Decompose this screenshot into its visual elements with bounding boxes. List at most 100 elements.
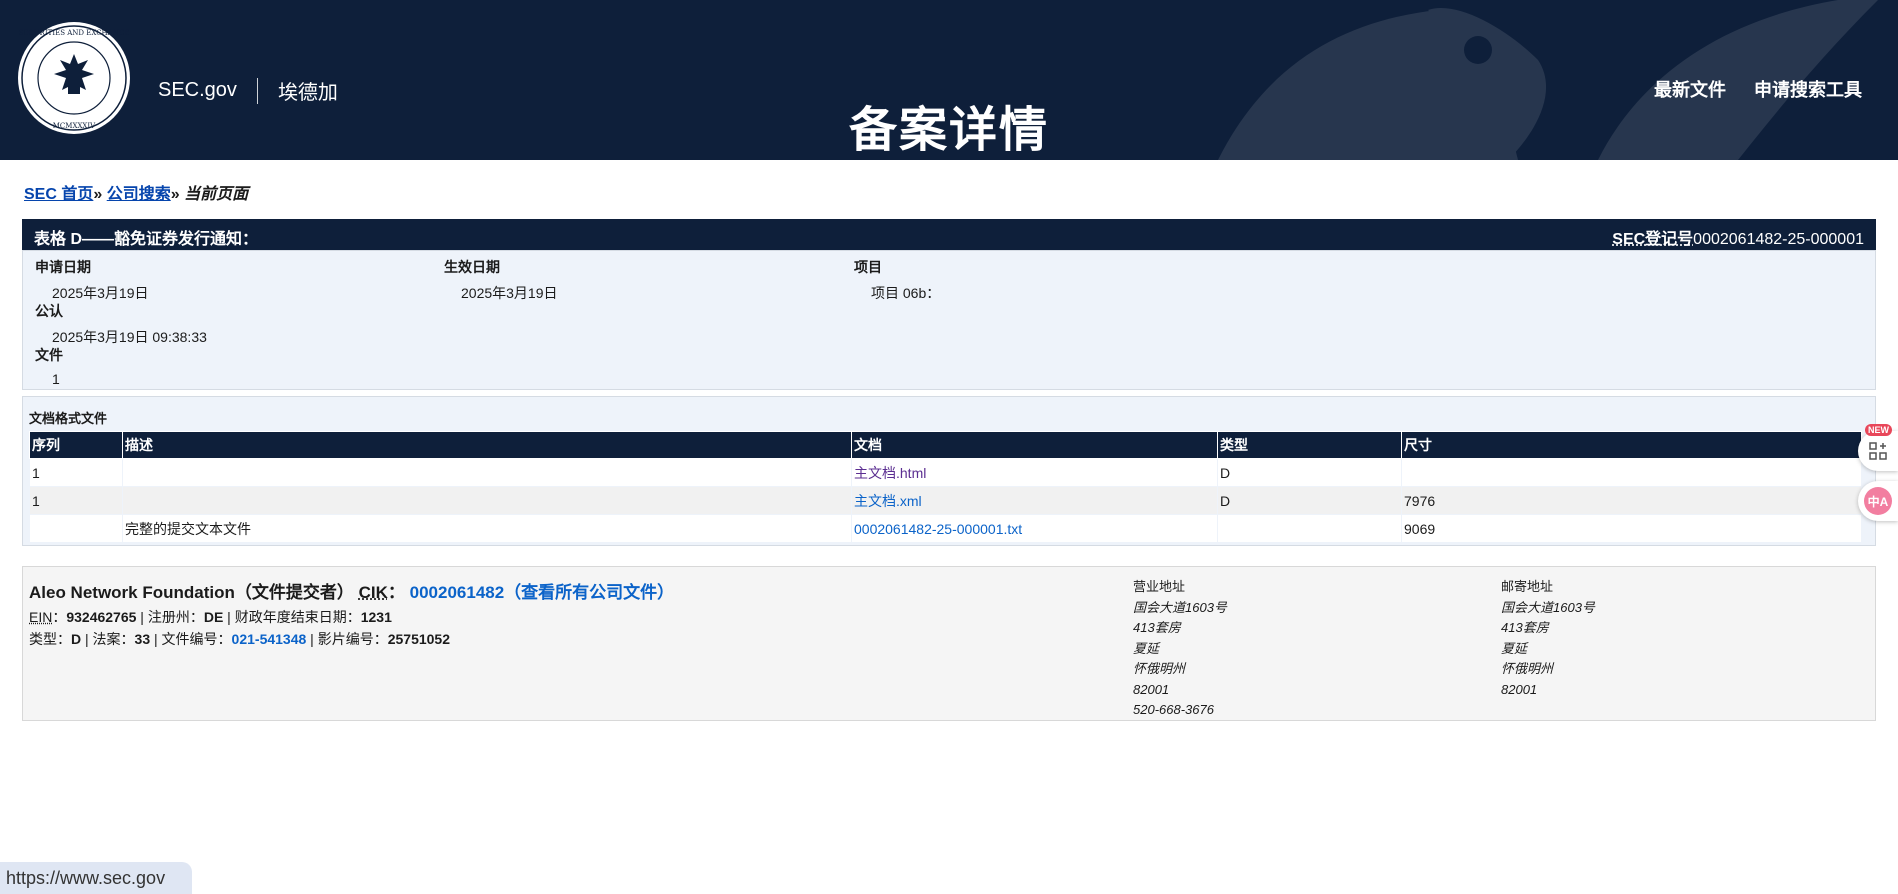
column-header-seq: 序列 <box>29 431 123 459</box>
address-line: 怀俄明州 <box>1133 661 1186 676</box>
new-badge: NEW <box>1865 424 1892 436</box>
document-table-caption: 文档格式文件 <box>29 411 108 426</box>
column-header-description: 描述 <box>122 431 852 459</box>
cell-size: 9069 <box>1401 514 1862 543</box>
document-link-html[interactable]: 主文档.html <box>854 465 926 481</box>
form-header-bar: 表格 D——豁免证券发行通知： SEC登记号0002061482-25-0000… <box>22 219 1876 250</box>
side-tool-button[interactable] <box>1858 431 1898 471</box>
film-number-value: 25751052 <box>387 631 451 647</box>
cell-type: D <box>1217 486 1402 515</box>
accepted-value: 2025年3月19日 09:38:33 <box>52 329 207 345</box>
translate-icon: 中A <box>1864 487 1892 515</box>
address-line: 怀俄明州 <box>1501 661 1554 676</box>
document-format-files-panel: 文档格式文件 序列 描述 文档 类型 尺寸 1 主文档.html D 1 主文档… <box>22 396 1876 546</box>
act-value: 33 <box>134 631 151 647</box>
table-header-row: 序列 描述 文档 类型 尺寸 <box>29 431 1862 459</box>
items-label: 项目 <box>854 259 882 275</box>
file-number-link[interactable]: 021-541348 <box>232 631 307 647</box>
address-line: 夏延 <box>1501 640 1528 656</box>
breadcrumb-current: 当前页面 <box>184 186 249 203</box>
table-row: 完整的提交文本文件 0002061482-25-000001.txt 9069 <box>29 514 1862 543</box>
film-number-label: | 影片编号： <box>306 631 388 647</box>
business-address-title: 营业地址 <box>1133 579 1186 594</box>
table-row: 1 主文档.html D <box>29 458 1862 487</box>
effective-date-label: 生效日期 <box>444 259 500 275</box>
effective-date-value: 2025年3月19日 <box>461 285 558 301</box>
cell-document: 主文档.html <box>851 458 1218 487</box>
cell-type <box>1217 514 1402 543</box>
cell-description: 完整的提交文本文件 <box>122 514 852 543</box>
nav-filing-search-tools[interactable]: 申请搜索工具 <box>1754 76 1862 102</box>
type-value: D <box>71 631 82 647</box>
accepted-group: 公认 2025年3月19日 09:38:33 <box>35 301 207 347</box>
cik-company-filings-link[interactable]: 0002061482（查看所有公司文件） <box>410 583 675 602</box>
site-header: SECURITIES AND EXCHANGE MCMXXXIV SEC.gov… <box>0 0 1898 160</box>
file-number-label: | 文件编号： <box>150 631 232 647</box>
cell-seq: 1 <box>29 458 123 487</box>
breadcrumb-separator: » <box>93 186 103 203</box>
accession-value: 0002061482-25-000001 <box>1693 231 1864 248</box>
cell-seq: 1 <box>29 486 123 515</box>
column-header-type: 类型 <box>1217 431 1402 459</box>
accession-number: SEC登记号0002061482-25-000001 <box>1612 225 1864 248</box>
breadcrumb: SEC 首页» 公司搜索» 当前页面 <box>24 180 248 204</box>
fiscal-year-label: | 财政年度结束日期： <box>223 609 361 625</box>
column-header-size: 尺寸 <box>1401 431 1862 459</box>
address-line: 413套房 <box>1133 620 1181 635</box>
address-line: 国会大道1603号 <box>1501 599 1595 615</box>
cell-description <box>122 486 852 515</box>
documents-count-group: 文件 1 <box>35 345 63 387</box>
apps-grid-icon <box>1869 442 1887 460</box>
breadcrumb-company-search-link[interactable]: 公司搜索 <box>107 186 171 203</box>
filer-company-name: Aleo Network Foundation（文件提交者） <box>29 583 354 602</box>
filing-date-group: 申请日期 2025年3月19日 <box>35 257 149 303</box>
column-header-document: 文档 <box>851 431 1218 459</box>
filing-date-label: 申请日期 <box>35 259 91 275</box>
items-group: 项目 项目 06b： <box>854 257 940 303</box>
cell-seq <box>29 514 123 543</box>
act-label: | 法案： <box>81 631 135 647</box>
filer-ein-line: EIN：932462765 | 注册州：DE | 财政年度结束日期：1231 <box>29 607 392 627</box>
fiscal-year-value: 1231 <box>360 609 392 625</box>
form-type-title: 表格 D——豁免证券发行通知： <box>34 231 259 248</box>
filer-info-panel: Aleo Network Foundation（文件提交者） CIK ： 0002… <box>22 566 1876 721</box>
filing-info-panel: 申请日期 2025年3月19日 公认 2025年3月19日 09:38:33 文… <box>22 250 1876 390</box>
documents-count-label: 文件 <box>35 347 63 363</box>
mailing-address-title: 邮寄地址 <box>1501 579 1554 594</box>
address-phone: 520-668-3676 <box>1133 702 1214 717</box>
table-row: 1 主文档.xml D 7976 <box>29 486 1862 515</box>
nav-latest-filings[interactable]: 最新文件 <box>1654 76 1726 102</box>
cell-size: 7976 <box>1401 486 1862 515</box>
svg-text:SECURITIES AND EXCHANGE: SECURITIES AND EXCHANGE <box>18 29 129 37</box>
address-line: 413套房 <box>1501 620 1549 635</box>
state-label: | 注册州： <box>136 609 204 625</box>
breadcrumb-home-link[interactable]: SEC 首页 <box>24 186 93 203</box>
effective-date-group: 生效日期 2025年3月19日 <box>444 257 558 303</box>
translate-button[interactable]: 中A <box>1858 481 1898 521</box>
address-line: 82001 <box>1501 681 1538 697</box>
document-link-xml[interactable]: 主文档.xml <box>854 493 922 509</box>
status-bar-url: https://www.sec.gov <box>0 862 192 894</box>
accession-label: SEC登记号 <box>1612 231 1694 248</box>
cell-description <box>122 458 852 487</box>
complete-submission-text-link[interactable]: 0002061482-25-000001.txt <box>854 521 1022 537</box>
ein-label: EIN <box>29 609 53 625</box>
accepted-label: 公认 <box>35 303 63 319</box>
cell-size <box>1401 458 1862 487</box>
document-table: 序列 描述 文档 类型 尺寸 1 主文档.html D 1 主文档.xml D … <box>29 431 1862 543</box>
address-line: 夏延 <box>1133 640 1160 656</box>
address-line: 82001 <box>1133 681 1170 697</box>
cell-document: 主文档.xml <box>851 486 1218 515</box>
items-value: 项目 06b： <box>871 285 941 301</box>
documents-count-value: 1 <box>52 371 60 387</box>
mailing-address: 邮寄地址 国会大道1603号 413套房 夏延 怀俄明州 82001 <box>1501 577 1595 700</box>
ein-colon: ： <box>52 609 67 625</box>
cik-label: CIK <box>358 583 388 602</box>
page-title: 备案详情 <box>848 104 1049 157</box>
top-nav: 最新文件 申请搜索工具 <box>1654 76 1862 102</box>
type-label: 类型： <box>29 631 71 647</box>
address-line: 国会大道1603号 <box>1133 599 1227 615</box>
state-value: DE <box>203 609 224 625</box>
breadcrumb-separator: » <box>170 186 180 203</box>
cell-type: D <box>1217 458 1402 487</box>
